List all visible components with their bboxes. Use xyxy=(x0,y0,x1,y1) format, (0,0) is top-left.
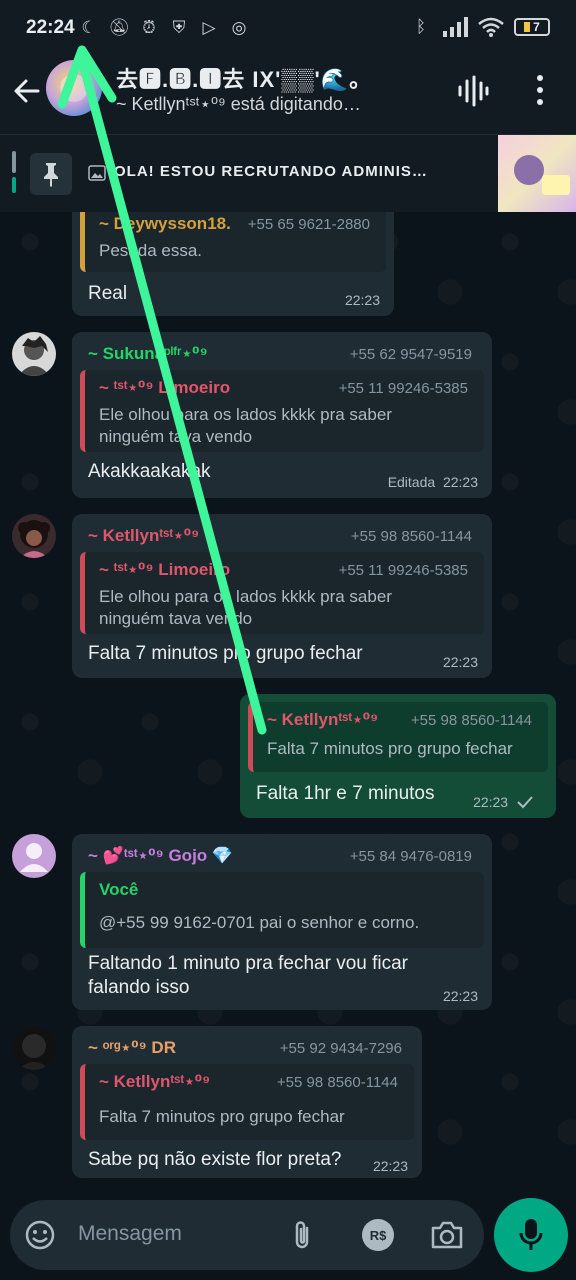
quoted-message[interactable]: ~ ᵗˢᵗ⋆⁰⁹ Limoeiro +55 11 99246-5385 Ele … xyxy=(80,552,484,634)
sender-phone: +55 62 9547-9519 xyxy=(349,346,472,363)
sent-check-icon xyxy=(517,796,533,809)
sender-phone: +55 92 9434-7296 xyxy=(279,1040,402,1057)
message-text: Akakkaakakak xyxy=(88,461,211,482)
message-text: Faltando 1 minuto pra fechar vou ficar f… xyxy=(88,953,409,998)
message-bubble[interactable]: ~ Deywysson18. +55 65 9621-2880 Pesada e… xyxy=(72,212,394,316)
message-bubble[interactable]: ~ Ketllynᵗˢᵗ⋆⁰⁹ +55 98 8560-1144 ~ ᵗˢᵗ⋆⁰… xyxy=(72,514,492,678)
quoted-message[interactable]: Você @+55 99 9162-0701 pai o senhor e co… xyxy=(80,872,484,948)
quote-phone: +55 98 8560-1144 xyxy=(410,712,532,729)
quote-sender: ~ Ketllynᵗˢᵗ⋆⁰⁹ xyxy=(99,1072,211,1091)
pinned-message-bar[interactable]: OLA! ESTOU RECRUTANDO ADMINIS… xyxy=(0,134,576,213)
quoted-message[interactable]: ~ Ketllynᵗˢᵗ⋆⁰⁹ +55 98 8560-1144 Falta 7… xyxy=(248,702,548,772)
pinned-text[interactable]: OLA! ESTOU RECRUTANDO ADMINIS… xyxy=(114,163,428,180)
quote-text: Falta 7 minutos pro grupo fechar xyxy=(267,739,513,758)
sender-avatar[interactable] xyxy=(12,514,56,558)
payment-icon[interactable]: R$ xyxy=(362,1219,394,1251)
quote-text: Ele olhou para os lados kkkk pra saber n… xyxy=(99,405,392,446)
pinned-indicator-active xyxy=(12,177,16,193)
quote-phone: +55 11 99246-5385 xyxy=(338,380,468,397)
message-input-bar[interactable]: Mensagem R$ xyxy=(10,1200,484,1270)
message-list[interactable]: ~ Deywysson18. +55 65 9621-2880 Pesada e… xyxy=(0,212,576,1192)
shield-icon: ⛨ xyxy=(172,18,186,37)
emoji-icon[interactable] xyxy=(24,1219,56,1251)
sender-phone: +55 84 9476-0819 xyxy=(349,848,472,865)
wifi-icon xyxy=(478,17,504,37)
sender-avatar[interactable] xyxy=(12,834,56,878)
status-bar: 22:24 ☾ 🔕︎ ⏰︎ ⛨ ▷ ◎ ᛒ 7 xyxy=(0,0,576,56)
message-time: 22:23 xyxy=(442,654,478,670)
quote-text: Ele olhou para os lados kkkk pra saber n… xyxy=(99,587,392,628)
alarm-icon: ⏰︎ xyxy=(142,18,156,37)
message-time: 22:23 xyxy=(473,794,534,810)
sender-avatar[interactable] xyxy=(12,1026,56,1070)
pin-icon[interactable] xyxy=(30,153,72,195)
message-text: Real xyxy=(88,283,128,304)
quote-text: Falta 7 minutos pro grupo fechar xyxy=(99,1107,345,1126)
message-text: Sabe pq não existe flor preta? xyxy=(88,1149,342,1170)
bell-off-icon: 🔕︎ xyxy=(108,18,130,37)
group-avatar[interactable] xyxy=(46,60,102,116)
message-input[interactable]: Mensagem xyxy=(78,1222,182,1246)
quote-sender: Você xyxy=(99,880,139,899)
quoted-message[interactable]: ~ Ketllynᵗˢᵗ⋆⁰⁹ +55 98 8560-1144 Falta 7… xyxy=(80,1064,414,1140)
bluetooth-icon: ᛒ xyxy=(415,17,427,36)
pinned-thumbnail[interactable] xyxy=(498,135,576,213)
message-bubble[interactable]: ~ ᵒʳᵍ⋆⁰⁹ DR +55 92 9434-7296 ~ Ketllynᵗˢ… xyxy=(72,1026,422,1178)
message-bubble[interactable]: ~ Sukunaᵖˡᶠʳ⋆⁰⁹ +55 62 9547-9519 ~ ᵗˢᵗ⋆⁰… xyxy=(72,332,492,498)
quote-phone: +55 65 9621-2880 xyxy=(247,216,370,233)
signal-icon xyxy=(443,17,468,37)
sender-name[interactable]: ~ ᵒʳᵍ⋆⁰⁹ DR xyxy=(88,1038,176,1058)
message-bubble[interactable]: ~ 💕ᵗˢᵗ⋆⁰⁹ Gojo 💎 +55 84 9476-0819 Você @… xyxy=(72,834,492,1010)
camera-icon[interactable] xyxy=(430,1220,464,1250)
outgoing-message-bubble[interactable]: ~ Ketllynᵗˢᵗ⋆⁰⁹ +55 98 8560-1144 Falta 7… xyxy=(240,694,556,818)
quoted-message[interactable]: ~ Deywysson18. +55 65 9621-2880 Pesada e… xyxy=(80,212,386,272)
instagram-icon: ◎ xyxy=(231,18,247,37)
image-icon xyxy=(88,165,106,181)
sender-name[interactable]: ~ 💕ᵗˢᵗ⋆⁰⁹ Gojo 💎 xyxy=(88,846,233,866)
message-text: Falta 7 minutos pro grupo fechar xyxy=(88,643,363,664)
back-arrow-icon[interactable] xyxy=(12,76,42,106)
message-text: Falta 1hr e 7 minutos xyxy=(256,783,435,804)
quote-sender: ~ Ketllynᵗˢᵗ⋆⁰⁹ xyxy=(267,710,379,729)
quote-sender: ~ ᵗˢᵗ⋆⁰⁹ Limoeiro xyxy=(99,560,231,579)
quote-sender: ~ ᵗˢᵗ⋆⁰⁹ Limoeiro xyxy=(99,378,231,397)
quoted-message[interactable]: ~ ᵗˢᵗ⋆⁰⁹ Limoeiro +55 11 99246-5385 Ele … xyxy=(80,370,484,452)
play-icon: ▷ xyxy=(202,18,216,37)
sender-phone: +55 98 8560-1144 xyxy=(350,528,472,545)
sender-name[interactable]: ~ Ketllynᵗˢᵗ⋆⁰⁹ xyxy=(88,526,199,546)
quote-text: @+55 99 9162-0701 pai o senhor e corno. xyxy=(99,913,420,932)
typing-status: ~ Ketllynᵗˢᵗ⋆⁰⁹ está digitando… xyxy=(116,94,361,114)
edited-label: Editada xyxy=(387,474,436,490)
message-time: 22:23 xyxy=(442,988,478,1004)
voice-chat-icon[interactable] xyxy=(456,74,490,108)
pinned-indicator xyxy=(12,151,16,173)
quote-sender: ~ Deywysson18. xyxy=(99,214,231,233)
quote-phone: +55 98 8560-1144 xyxy=(276,1074,398,1091)
sender-avatar[interactable] xyxy=(12,332,56,376)
battery-icon: 7 xyxy=(514,18,550,36)
mic-icon xyxy=(519,1219,543,1250)
sender-name[interactable]: ~ Sukunaᵖˡᶠʳ⋆⁰⁹ xyxy=(88,344,208,364)
quote-text: Pesada essa. xyxy=(99,241,203,260)
mic-button[interactable] xyxy=(494,1198,568,1272)
moon-icon: ☾ xyxy=(81,18,97,37)
more-options-icon[interactable] xyxy=(528,72,552,108)
message-time: 22:23 xyxy=(344,292,380,308)
message-time: 22:23 xyxy=(372,1158,408,1174)
chat-header[interactable]: 去🅵.🅱.🅸去 IX'▒▒'🌊。 ~ Ketllynᵗˢᵗ⋆⁰⁹ está di… xyxy=(0,56,576,134)
message-time: Editada 22:23 xyxy=(387,474,478,490)
quote-phone: +55 11 99246-5385 xyxy=(338,562,468,579)
attach-icon[interactable] xyxy=(290,1219,314,1251)
status-time: 22:24 xyxy=(26,17,75,38)
group-title[interactable]: 去🅵.🅱.🅸去 IX'▒▒'🌊。 xyxy=(116,62,372,94)
